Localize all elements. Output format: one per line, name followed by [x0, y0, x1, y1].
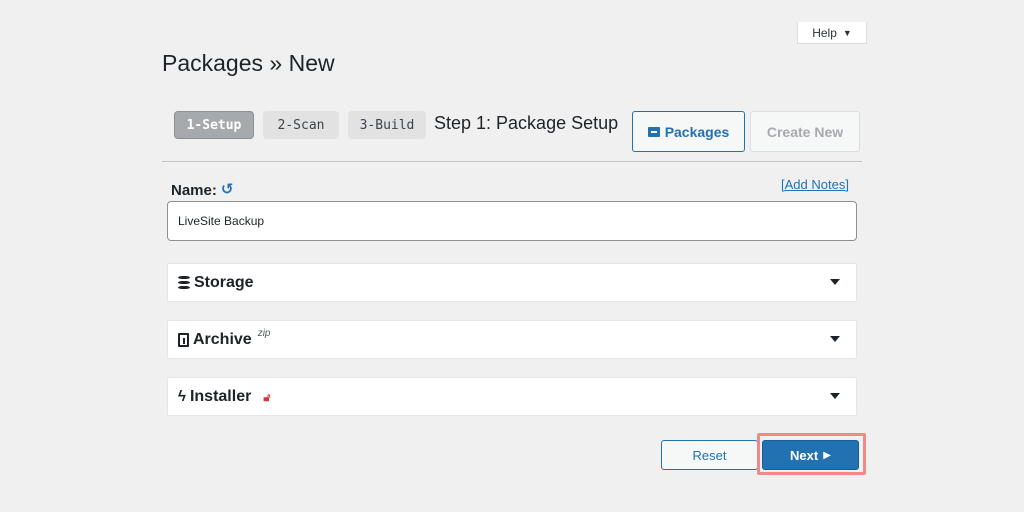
package-name-input[interactable] — [167, 201, 857, 241]
archive-panel-title: Archive zip — [178, 328, 271, 349]
step-build: 3-Build — [348, 111, 426, 139]
help-tab[interactable]: Help ▼ — [797, 22, 867, 44]
installer-label: Installer — [189, 387, 252, 405]
packages-label: Packages — [664, 123, 730, 140]
divider — [162, 161, 862, 162]
name-label-group: Name: ↺ — [171, 180, 234, 200]
archive-label: Archive — [193, 330, 252, 348]
unlock-icon: 🔓︎ — [263, 391, 271, 404]
packages-button[interactable]: Packages — [632, 111, 745, 152]
undo-icon[interactable]: ↺ — [221, 180, 234, 198]
archive-panel[interactable]: Archive zip — [167, 320, 857, 359]
chevron-down-icon[interactable] — [830, 393, 840, 399]
archive-format: zip — [257, 328, 271, 339]
next-label: Next — [790, 447, 819, 463]
page-title: Packages » New — [162, 50, 335, 76]
bolt-icon: ϟ — [178, 388, 186, 405]
next-button[interactable]: Next ▶ — [762, 440, 859, 470]
archive-box-icon — [647, 126, 660, 137]
installer-panel[interactable]: ϟ Installer 🔓︎ — [167, 377, 857, 416]
create-new-button[interactable]: Create New — [750, 111, 860, 152]
storage-panel-title: Storage — [178, 274, 254, 292]
caret-down-icon: ▼ — [842, 27, 852, 38]
help-label: Help — [812, 25, 837, 40]
file-archive-icon — [178, 332, 189, 347]
step-heading: Step 1: Package Setup — [434, 113, 619, 133]
chevron-down-icon[interactable] — [830, 279, 840, 285]
storage-label: Storage — [194, 273, 254, 291]
database-icon — [178, 276, 190, 289]
step-setup: 1-Setup — [174, 111, 254, 139]
add-notes-link[interactable]: [Add Notes] — [781, 177, 849, 192]
reset-button[interactable]: Reset — [661, 440, 758, 470]
chevron-down-icon[interactable] — [830, 336, 840, 342]
installer-panel-title: ϟ Installer 🔓︎ — [178, 388, 270, 406]
play-icon: ▶ — [823, 449, 831, 461]
step-scan: 2-Scan — [263, 111, 339, 139]
name-label: Name: — [171, 182, 217, 199]
storage-panel[interactable]: Storage — [167, 263, 857, 302]
